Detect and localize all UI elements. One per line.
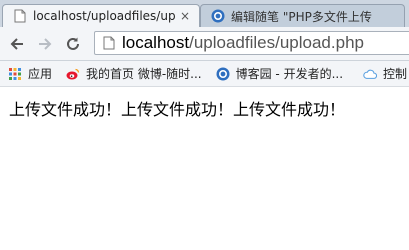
cnblogs-icon (211, 9, 225, 23)
weibo-icon (66, 67, 80, 81)
tab-title: 编辑随笔 "PHP多文件上传 (231, 9, 372, 24)
bookmarks-bar: 应用 我的首页 微博-随时... 博客园 - 开发者的... 控制 (0, 61, 409, 87)
page-icon (13, 9, 27, 23)
tab-edit-post[interactable]: 编辑随笔 "PHP多文件上传 (200, 4, 405, 27)
apps-grid-icon (8, 67, 22, 81)
reload-button[interactable] (62, 33, 84, 55)
page-icon (102, 35, 116, 51)
cloud-icon (363, 67, 378, 81)
tab-title: localhost/uploadfiles/up (33, 9, 175, 23)
back-button[interactable] (6, 33, 28, 55)
close-tab-icon[interactable]: × (179, 9, 191, 23)
navigation-toolbar: localhost/uploadfiles/upload.php (0, 27, 409, 61)
bookmark-weibo[interactable]: 我的首页 微博-随时... (66, 65, 202, 82)
url-text[interactable]: localhost/uploadfiles/upload.php (122, 33, 364, 53)
bookmark-label: 应用 (28, 67, 53, 81)
back-arrow-icon (10, 37, 23, 50)
upload-success-message: 上传文件成功！上传文件成功！上传文件成功！ (9, 100, 346, 119)
bookmark-label: 控制 (383, 67, 408, 81)
address-bar[interactable]: localhost/uploadfiles/upload.php (94, 31, 409, 55)
forward-arrow-icon (39, 37, 52, 50)
tab-strip: localhost/uploadfiles/up × 编辑随笔 "PHP多文件上… (0, 0, 409, 27)
tab-localhost-upload[interactable]: localhost/uploadfiles/up × (2, 4, 200, 27)
forward-button[interactable] (34, 33, 56, 55)
page-content: 上传文件成功！上传文件成功！上传文件成功！ (0, 87, 409, 120)
bookmark-cnblogs[interactable]: 博客园 - 开发者的... (216, 65, 343, 82)
url-host: localhost (122, 33, 190, 52)
bookmark-console[interactable]: 控制 (363, 65, 407, 82)
reload-icon (67, 37, 79, 50)
bookmark-label: 博客园 - 开发者的... (235, 67, 344, 81)
browser-chrome: localhost/uploadfiles/up × 编辑随笔 "PHP多文件上… (0, 0, 409, 87)
url-path: /uploadfiles/upload.php (189, 33, 364, 52)
cnblogs-icon (216, 67, 230, 81)
bookmark-label: 我的首页 微博-随时... (86, 67, 202, 81)
bookmark-apps[interactable]: 应用 (8, 65, 52, 82)
